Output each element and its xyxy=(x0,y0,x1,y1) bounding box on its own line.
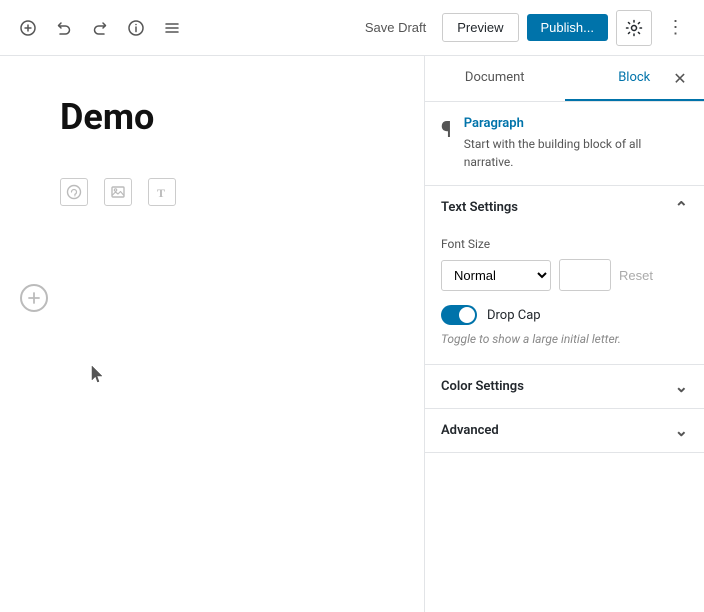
paragraph-icon: ¶ xyxy=(441,118,452,143)
cursor-indicator xyxy=(90,364,106,388)
block-info: ¶ Paragraph Start with the building bloc… xyxy=(425,102,704,186)
color-settings-panel: Color Settings ⌄ xyxy=(425,365,704,409)
advanced-label: Advanced xyxy=(441,423,499,438)
color-settings-label: Color Settings xyxy=(441,379,524,394)
editor-area: Demo xyxy=(0,56,424,612)
undo-button[interactable] xyxy=(48,12,80,44)
font-size-select[interactable]: Normal Small Large Larger Huge xyxy=(441,260,551,291)
color-settings-header[interactable]: Color Settings ⌄ xyxy=(425,365,704,408)
block-toolbar: T xyxy=(60,178,364,206)
main-area: Demo xyxy=(0,56,704,612)
drop-cap-hint: Toggle to show a large initial letter. xyxy=(441,331,688,348)
svg-text:T: T xyxy=(157,186,165,200)
advanced-panel: Advanced ⌄ xyxy=(425,409,704,453)
more-options-button[interactable]: ⋮ xyxy=(660,12,692,44)
font-size-row: Normal Small Large Larger Huge Reset xyxy=(441,259,688,291)
toggle-knob xyxy=(459,307,475,323)
publish-button[interactable]: Publish... xyxy=(527,14,608,41)
block-name: Paragraph xyxy=(464,116,688,131)
sidebar-tabs: Document Block ✕ xyxy=(425,56,704,102)
add-block-button[interactable] xyxy=(12,12,44,44)
toolbar-right: Save Draft Preview Publish... ⋮ xyxy=(357,10,692,46)
sidebar: Document Block ✕ ¶ Paragraph Start with … xyxy=(424,56,704,612)
info-button[interactable] xyxy=(120,12,152,44)
close-sidebar-button[interactable]: ✕ xyxy=(666,65,694,93)
font-size-label: Font Size xyxy=(441,237,688,251)
advanced-chevron: ⌄ xyxy=(675,421,688,440)
reset-button[interactable]: Reset xyxy=(619,268,653,283)
drop-cap-label: Drop Cap xyxy=(487,308,541,323)
redo-button[interactable] xyxy=(84,12,116,44)
advanced-header[interactable]: Advanced ⌄ xyxy=(425,409,704,452)
page-title: Demo xyxy=(60,96,364,138)
menu-button[interactable] xyxy=(156,12,188,44)
text-settings-label: Text Settings xyxy=(441,200,518,215)
color-settings-chevron: ⌄ xyxy=(675,377,688,396)
block-description: Start with the building block of all nar… xyxy=(464,135,688,171)
text-settings-panel: Text Settings ⌃ Font Size Normal Small L… xyxy=(425,186,704,365)
tab-document[interactable]: Document xyxy=(425,56,565,101)
toolbar: Save Draft Preview Publish... ⋮ xyxy=(0,0,704,56)
text-settings-chevron-up: ⌃ xyxy=(675,198,688,217)
save-draft-button[interactable]: Save Draft xyxy=(357,14,434,41)
drop-cap-row: Drop Cap xyxy=(441,305,688,325)
image-icon[interactable] xyxy=(104,178,132,206)
toolbar-left xyxy=(12,12,357,44)
drop-cap-toggle[interactable] xyxy=(441,305,477,325)
text-settings-header[interactable]: Text Settings ⌃ xyxy=(425,186,704,229)
settings-button[interactable] xyxy=(616,10,652,46)
preview-button[interactable]: Preview xyxy=(442,13,518,42)
whatsapp-icon[interactable] xyxy=(60,178,88,206)
font-size-input[interactable] xyxy=(559,259,611,291)
text-settings-content: Font Size Normal Small Large Larger Huge… xyxy=(425,229,704,364)
add-block-inline-button[interactable] xyxy=(20,284,48,312)
text-icon[interactable]: T xyxy=(148,178,176,206)
